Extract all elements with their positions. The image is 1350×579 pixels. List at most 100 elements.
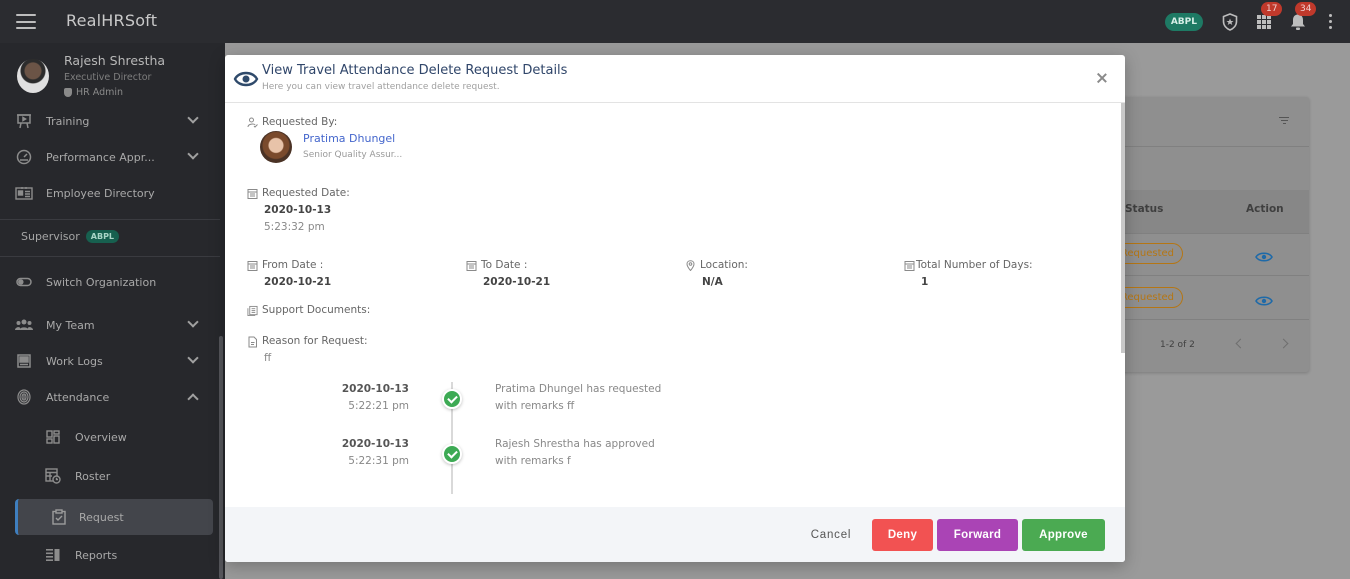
sidebar-divider	[0, 256, 220, 257]
location-label: Location:	[685, 259, 748, 271]
sidebar-subitem-overview[interactable]: Overview	[0, 419, 225, 455]
modal-subtitle: Here you can view travel attendance dele…	[262, 82, 500, 92]
sidebar-divider	[0, 219, 220, 220]
user-profile[interactable]: Rajesh Shrestha Executive Director HR Ad…	[0, 43, 225, 105]
modal-title: View Travel Attendance Delete Request De…	[262, 63, 568, 78]
requested-date-value: 2020-10-13	[264, 204, 332, 216]
sidebar-item-label: Employee Directory	[46, 186, 155, 200]
gauge-icon	[15, 148, 33, 166]
column-header-status: Status	[1125, 203, 1164, 215]
cancel-button[interactable]: Cancel	[801, 519, 861, 551]
sidebar-item-label: Request	[79, 510, 124, 524]
organization-badge[interactable]: ABPL	[1164, 12, 1203, 31]
divider	[1100, 233, 1309, 234]
admin-label: HR Admin	[76, 87, 124, 98]
sidebar-item-my-team[interactable]: My Team	[0, 307, 225, 343]
filter-icon[interactable]	[1279, 117, 1289, 126]
requested-by-label: Requested By:	[247, 116, 337, 128]
next-page-icon[interactable]	[1278, 338, 1289, 349]
location-value: N/A	[702, 276, 723, 288]
sidebar-item-label: Overview	[75, 430, 127, 444]
approve-button[interactable]: Approve	[1022, 519, 1105, 551]
chevron-down-icon	[187, 112, 199, 124]
roster-clock-icon	[44, 467, 62, 485]
timeline-date: 2020-10-13	[341, 383, 409, 395]
close-icon[interactable]	[1096, 72, 1108, 84]
sidebar-item-label: Training	[46, 114, 90, 128]
document-icon	[247, 336, 258, 347]
sidebar-item-label: Performance Appr...	[46, 150, 155, 164]
view-eye-icon[interactable]	[1255, 292, 1273, 306]
sidebar-item-employee-directory[interactable]: Employee Directory	[0, 175, 225, 211]
dashboard-icon	[44, 428, 62, 446]
label-text: Location:	[700, 259, 748, 271]
admin-shield-icon	[64, 88, 72, 97]
sidebar-item-switch-organization[interactable]: Switch Organization	[0, 264, 225, 300]
deny-button[interactable]: Deny	[872, 519, 933, 551]
check-circle-icon	[442, 389, 462, 409]
toggle-icon	[15, 273, 33, 291]
menu-icon[interactable]	[16, 14, 36, 29]
more-options-icon[interactable]	[1329, 14, 1332, 29]
supervisor-org-badge: ABPL	[85, 230, 120, 243]
sidebar-item-work-logs[interactable]: Work Logs	[0, 343, 225, 379]
label-text: From Date :	[262, 259, 324, 271]
app-brand[interactable]: RealHRSoft	[66, 11, 157, 30]
chevron-down-icon	[187, 316, 199, 328]
id-card-icon	[15, 184, 33, 202]
view-eye-icon[interactable]	[1255, 248, 1273, 262]
user-admin-role: HR Admin	[64, 87, 123, 98]
supervisor-label: Supervisor	[21, 230, 80, 243]
label-text: To Date :	[481, 259, 528, 271]
chevron-down-icon	[187, 148, 199, 160]
sidebar-item-label: Attendance	[46, 390, 110, 404]
shield-star-icon[interactable]	[1219, 11, 1241, 33]
notification-count-badge: 34	[1295, 1, 1317, 16]
forward-button[interactable]: Forward	[937, 519, 1018, 551]
modal-footer: Cancel Deny Forward Approve	[225, 507, 1125, 562]
table-header: Status Action	[1100, 190, 1309, 233]
team-icon	[15, 316, 33, 334]
from-date-label: From Date :	[247, 259, 323, 271]
sidebar-subitem-roster[interactable]: Roster	[0, 458, 225, 494]
sidebar-subitem-reports[interactable]: Reports	[0, 537, 225, 573]
request-details-modal: View Travel Attendance Delete Request De…	[225, 55, 1125, 562]
user-role: Executive Director	[64, 72, 152, 83]
requested-date-label: Requested Date:	[247, 187, 350, 199]
sidebar-item-attendance[interactable]: Attendance	[0, 379, 225, 415]
modal-scrollbar[interactable]	[1121, 103, 1125, 353]
sidebar-item-label: Work Logs	[46, 354, 103, 368]
to-date-label: To Date :	[466, 259, 527, 271]
requester-job-title: Senior Quality Assur...	[303, 150, 403, 160]
label-text: Requested Date:	[262, 187, 350, 199]
timeline-time: 5:22:31 pm	[348, 455, 409, 467]
timeline-time: 5:22:21 pm	[348, 400, 409, 412]
bell-icon[interactable]: 34	[1287, 1, 1317, 33]
divider	[1100, 146, 1309, 147]
clipboard-check-icon	[50, 508, 68, 526]
label-text: Total Number of Days:	[916, 259, 1033, 271]
fingerprint-icon	[15, 388, 33, 406]
calendar-icon	[466, 260, 477, 271]
modal-header: View Travel Attendance Delete Request De…	[225, 55, 1125, 103]
sidebar-item-performance-appraisal[interactable]: Performance Appr...	[0, 139, 225, 175]
timeline-text: Pratima Dhungel has requested with remar…	[495, 383, 662, 412]
label-text: Requested By:	[262, 116, 338, 128]
sidebar-scrollbar[interactable]	[219, 336, 223, 579]
requester-avatar	[260, 131, 292, 163]
reports-icon	[44, 546, 62, 564]
sidebar-item-label: My Team	[46, 318, 95, 332]
apps-grid-icon[interactable]: 17	[1253, 1, 1283, 33]
sidebar-item-training[interactable]: Training	[0, 103, 225, 139]
previous-page-icon[interactable]	[1235, 338, 1246, 349]
pagination-range: 1-2 of 2	[1160, 340, 1195, 350]
timeline-date: 2020-10-13	[341, 438, 409, 450]
sidebar-subitem-request[interactable]: Request	[15, 499, 213, 535]
calendar-icon	[247, 260, 258, 271]
requested-time-value: 5:23:32 pm	[264, 221, 325, 233]
user-check-icon	[247, 117, 258, 128]
requester-name-link[interactable]: Pratima Dhungel	[303, 132, 395, 145]
request-table-card: Status Action Requested Requested 1-2 of…	[1100, 97, 1309, 372]
sidebar-item-label: Reports	[75, 548, 118, 562]
timeline-text: Rajesh Shrestha has approved with remark…	[495, 438, 655, 467]
